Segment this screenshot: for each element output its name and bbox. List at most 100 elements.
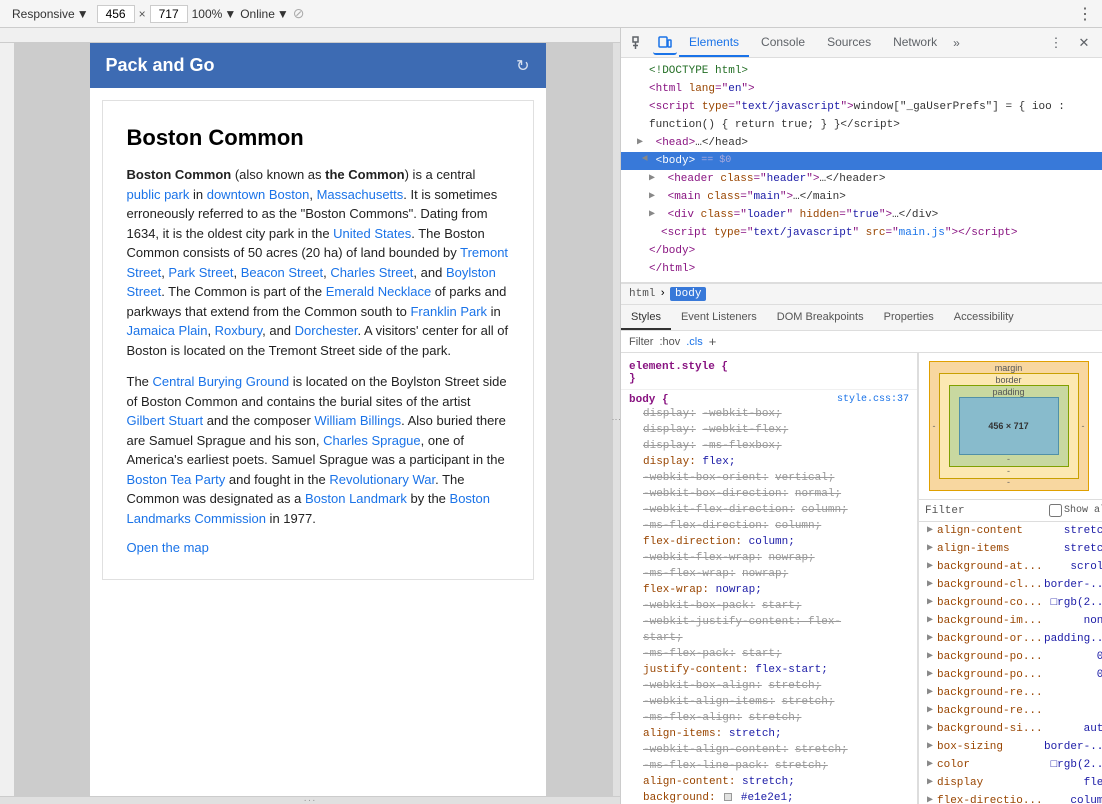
link-gilbert-stuart[interactable]: Gilbert Stuart — [127, 413, 204, 428]
computed-prop-background-po-1[interactable]: ▶ background-po... 0% — [919, 648, 1102, 666]
link-beacon-street[interactable]: Beacon Street — [241, 265, 323, 280]
more-options-button[interactable]: ⋮ — [1077, 4, 1094, 24]
link-jamaica-plain[interactable]: Jamaica Plain — [127, 323, 208, 338]
code-line-main-js[interactable]: <script type="text/javascript" src="main… — [621, 224, 1102, 242]
code-line-close-html[interactable]: </html> — [621, 260, 1102, 278]
computed-prop-background-or[interactable]: ▶ background-or... padding... — [919, 630, 1102, 648]
computed-prop-background-im[interactable]: ▶ background-im... none — [919, 612, 1102, 630]
vertical-resize-handle[interactable]: ⋮ — [612, 43, 620, 796]
code-line-close-body[interactable]: </body> — [621, 242, 1102, 260]
breadcrumb-body[interactable]: body — [670, 287, 706, 301]
code-line-script1[interactable]: <script type="text/javascript">window["_… — [621, 98, 1102, 116]
breadcrumb-html[interactable]: html — [629, 288, 655, 300]
viewport-area[interactable]: Pack and Go ↻ Boston Common Boston Commo… — [15, 43, 620, 796]
tab-console[interactable]: Console — [751, 28, 815, 57]
code-line-header[interactable]: ▶ <header class="header">…</header> — [621, 170, 1102, 188]
css-prop-flex-wrap[interactable]: flex-wrap: nowrap; — [629, 582, 909, 598]
code-line-loader[interactable]: ▶ <div class="loader" hidden="true">…</d… — [621, 206, 1102, 224]
zoom-dropdown[interactable]: 100% ▼ — [192, 7, 237, 21]
filter-cls-button[interactable]: .cls — [686, 336, 703, 348]
tab-elements[interactable]: Elements — [679, 28, 749, 57]
more-tabs-button[interactable]: » — [949, 36, 964, 50]
expand-arrow[interactable]: ▶ — [637, 135, 649, 151]
code-line-main[interactable]: ▶ <main class="main">…</main> — [621, 188, 1102, 206]
tab-network[interactable]: Network — [883, 28, 947, 57]
css-prop-ms-flex-direction: -ms-flex-direction: column; — [629, 518, 909, 534]
tab-styles[interactable]: Styles — [621, 305, 671, 330]
width-input[interactable] — [97, 5, 135, 23]
computed-prop-background-re-1[interactable]: ▶ background-re... — [919, 684, 1102, 702]
link-roxbury[interactable]: Roxbury — [215, 323, 262, 338]
link-boston-landmark[interactable]: Boston Landmark — [305, 491, 407, 506]
inspect-element-button[interactable] — [627, 31, 651, 55]
code-line-script2[interactable]: function() { return true; } }</script> — [621, 116, 1102, 134]
link-franklin-park[interactable]: Franklin Park — [410, 304, 487, 319]
settings-button[interactable]: ⋮ — [1044, 31, 1068, 55]
link-downtown-boston[interactable]: downtown Boston — [207, 187, 310, 202]
expand-arrow[interactable] — [649, 225, 661, 241]
online-dropdown[interactable]: Online ▼ — [240, 7, 289, 21]
link-charles-street[interactable]: Charles Street — [330, 265, 413, 280]
expand-arrow[interactable] — [637, 261, 649, 277]
link-central-burying-ground[interactable]: Central Burying Ground — [153, 374, 290, 389]
computed-prop-background-po-2[interactable]: ▶ background-po... 0% — [919, 666, 1102, 684]
expand-arrow[interactable] — [637, 81, 649, 97]
expand-arrow[interactable] — [637, 63, 649, 79]
prop-val: column — [1070, 793, 1102, 804]
computed-prop-color[interactable]: ▶ color □rgb(2... — [919, 756, 1102, 774]
prop-name: background-re... — [937, 685, 1102, 701]
computed-prop-display[interactable]: ▶ display flex — [919, 774, 1102, 792]
device-toolbar-button[interactable] — [653, 31, 677, 55]
link-park-street[interactable]: Park Street — [168, 265, 233, 280]
link-public-park[interactable]: public park — [127, 187, 190, 202]
expand-arrow[interactable] — [637, 99, 649, 115]
tab-event-listeners[interactable]: Event Listeners — [671, 305, 767, 330]
css-prop-align-items[interactable]: align-items: stretch; — [629, 726, 909, 742]
link-william-billings[interactable]: William Billings — [314, 413, 401, 428]
computed-prop-background-cl[interactable]: ▶ background-cl... border-... — [919, 576, 1102, 594]
show-all-checkbox[interactable] — [1049, 504, 1062, 517]
close-devtools-button[interactable]: ✕ — [1072, 31, 1096, 55]
computed-prop-background-si[interactable]: ▶ background-si... auto — [919, 720, 1102, 738]
computed-prop-align-content[interactable]: ▶ align-content stretch — [919, 522, 1102, 540]
link-massachusetts[interactable]: Massachusetts — [317, 187, 404, 202]
link-boston-tea-party[interactable]: Boston Tea Party — [127, 472, 226, 487]
open-map-link[interactable]: Open the map — [127, 540, 509, 555]
expand-arrow[interactable] — [637, 243, 649, 259]
horizontal-resize-handle[interactable]: ··· — [0, 796, 620, 804]
code-line-body[interactable]: ▼ <body> == $0 — [621, 152, 1102, 170]
expand-arrow[interactable]: ▼ — [635, 155, 651, 167]
computed-prop-background-co[interactable]: ▶ background-co... □rgb(2... — [919, 594, 1102, 612]
computed-prop-align-items[interactable]: ▶ align-items stretch — [919, 540, 1102, 558]
computed-prop-background-re-2[interactable]: ▶ background-re... — [919, 702, 1102, 720]
css-prop-background[interactable]: background: #e1e2e1; — [629, 790, 909, 804]
tab-accessibility[interactable]: Accessibility — [944, 305, 1024, 330]
refresh-icon[interactable]: ↻ — [516, 56, 529, 76]
tab-dom-breakpoints[interactable]: DOM Breakpoints — [767, 305, 874, 330]
code-line-head[interactable]: ▶ <head>…</head> — [621, 134, 1102, 152]
expand-arrow[interactable]: ▶ — [649, 189, 661, 205]
link-charles-sprague[interactable]: Charles Sprague — [323, 433, 421, 448]
height-input[interactable] — [150, 5, 188, 23]
computed-prop-flex-direction[interactable]: ▶ flex-directio... column — [919, 792, 1102, 804]
computed-prop-background-at[interactable]: ▶ background-at... scroll — [919, 558, 1102, 576]
expand-arrow[interactable]: ▶ — [649, 171, 661, 187]
link-dorchester[interactable]: Dorchester — [295, 323, 358, 338]
tab-sources[interactable]: Sources — [817, 28, 881, 57]
link-revolutionary-war[interactable]: Revolutionary War — [329, 472, 435, 487]
link-emerald-necklace[interactable]: Emerald Necklace — [326, 284, 432, 299]
filter-hov-button[interactable]: :hov — [659, 336, 680, 348]
tab-properties[interactable]: Properties — [874, 305, 944, 330]
css-prop-align-content[interactable]: align-content: stretch; — [629, 774, 909, 790]
add-style-button[interactable]: + — [709, 334, 717, 349]
code-line-html[interactable]: <html lang="en"> — [621, 80, 1102, 98]
code-line-doctype[interactable]: <!DOCTYPE html> — [621, 62, 1102, 80]
expand-arrow[interactable]: ▶ — [649, 207, 661, 223]
css-prop-justify-content[interactable]: justify-content: flex-start; — [629, 662, 909, 678]
css-prop-display-flex[interactable]: display: flex; — [629, 454, 909, 470]
body-file-ref[interactable]: style.css:37 — [837, 394, 909, 406]
responsive-dropdown[interactable]: Responsive ▼ — [8, 5, 93, 23]
computed-prop-box-sizing[interactable]: ▶ box-sizing border-... — [919, 738, 1102, 756]
css-prop-flex-direction[interactable]: flex-direction: column; — [629, 534, 909, 550]
link-united-states[interactable]: United States — [333, 226, 411, 241]
